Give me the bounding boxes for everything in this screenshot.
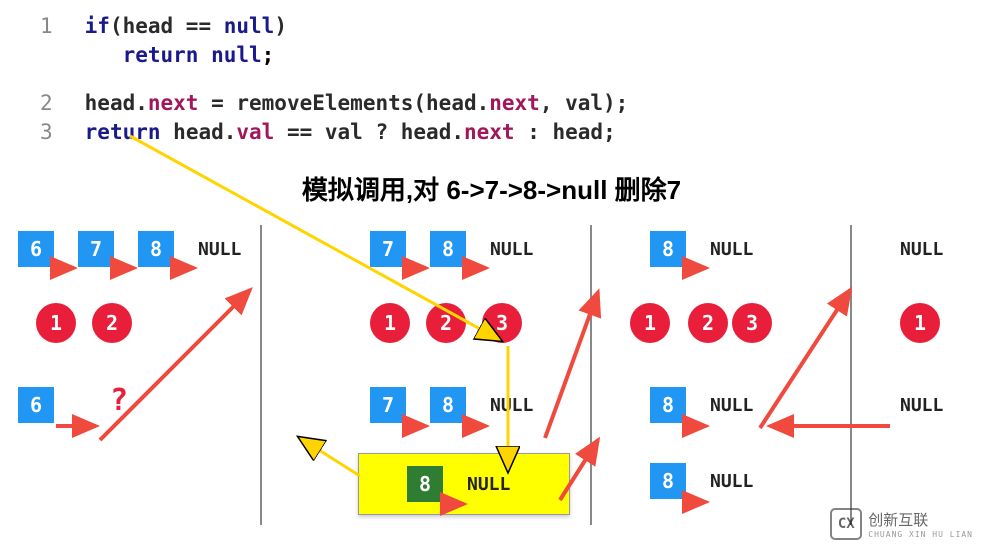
node-8: 8 bbox=[650, 231, 686, 267]
null-label: NULL bbox=[467, 474, 510, 495]
panel-3: NULL 1 NULL bbox=[850, 225, 983, 525]
code-block: 1 if(head == null) return null; 2 head.n… bbox=[0, 0, 983, 156]
node-6: 6 bbox=[18, 387, 54, 423]
step-1: 1 bbox=[900, 303, 940, 343]
null-label: NULL bbox=[490, 395, 533, 416]
step-2: 2 bbox=[426, 303, 466, 343]
node-8: 8 bbox=[430, 231, 466, 267]
logo-subtext: CHUANG XIN HU LIAN bbox=[868, 530, 973, 539]
null-label: NULL bbox=[710, 395, 753, 416]
diagram-title: 模拟调用,对 6->7->8->null 删除7 bbox=[0, 170, 983, 207]
null-label: NULL bbox=[710, 471, 753, 492]
step-1: 1 bbox=[370, 303, 410, 343]
node-7: 7 bbox=[370, 387, 406, 423]
step-1: 1 bbox=[630, 303, 670, 343]
node-6: 6 bbox=[18, 231, 54, 267]
result-box: 8 NULL bbox=[358, 453, 570, 515]
node-7: 7 bbox=[370, 231, 406, 267]
null-label: NULL bbox=[900, 395, 943, 416]
logo-text: 创新互联 bbox=[868, 509, 973, 530]
node-7: 7 bbox=[78, 231, 114, 267]
null-label: NULL bbox=[490, 239, 533, 260]
panel-0: 6 7 8 NULL 1 2 6 ? bbox=[0, 225, 262, 525]
node-8-result: 8 bbox=[407, 466, 443, 502]
panel-2: 8 NULL 1 2 3 8 NULL 8 NULL bbox=[590, 225, 852, 525]
line-number: 3 bbox=[40, 118, 72, 147]
kw-if: if bbox=[85, 14, 110, 38]
step-3: 3 bbox=[482, 303, 522, 343]
step-3: 3 bbox=[732, 303, 772, 343]
recursion-diagram: 6 7 8 NULL 1 2 6 ? 7 8 NULL 1 2 3 7 8 NU… bbox=[0, 225, 983, 525]
null-label: NULL bbox=[900, 239, 943, 260]
logo-icon: CX bbox=[830, 508, 862, 540]
step-2: 2 bbox=[92, 303, 132, 343]
node-8: 8 bbox=[138, 231, 174, 267]
line-number: 1 bbox=[40, 12, 72, 41]
null-label: NULL bbox=[710, 239, 753, 260]
node-8: 8 bbox=[430, 387, 466, 423]
node-8: 8 bbox=[650, 387, 686, 423]
step-2: 2 bbox=[688, 303, 728, 343]
line-number: 2 bbox=[40, 89, 72, 118]
node-8: 8 bbox=[650, 463, 686, 499]
panel-1: 7 8 NULL 1 2 3 7 8 NULL 8 NULL bbox=[260, 225, 592, 525]
question-mark: ? bbox=[110, 383, 128, 418]
step-1: 1 bbox=[36, 303, 76, 343]
null-label: NULL bbox=[198, 239, 241, 260]
watermark-logo: CX 创新互联 CHUANG XIN HU LIAN bbox=[830, 508, 973, 540]
